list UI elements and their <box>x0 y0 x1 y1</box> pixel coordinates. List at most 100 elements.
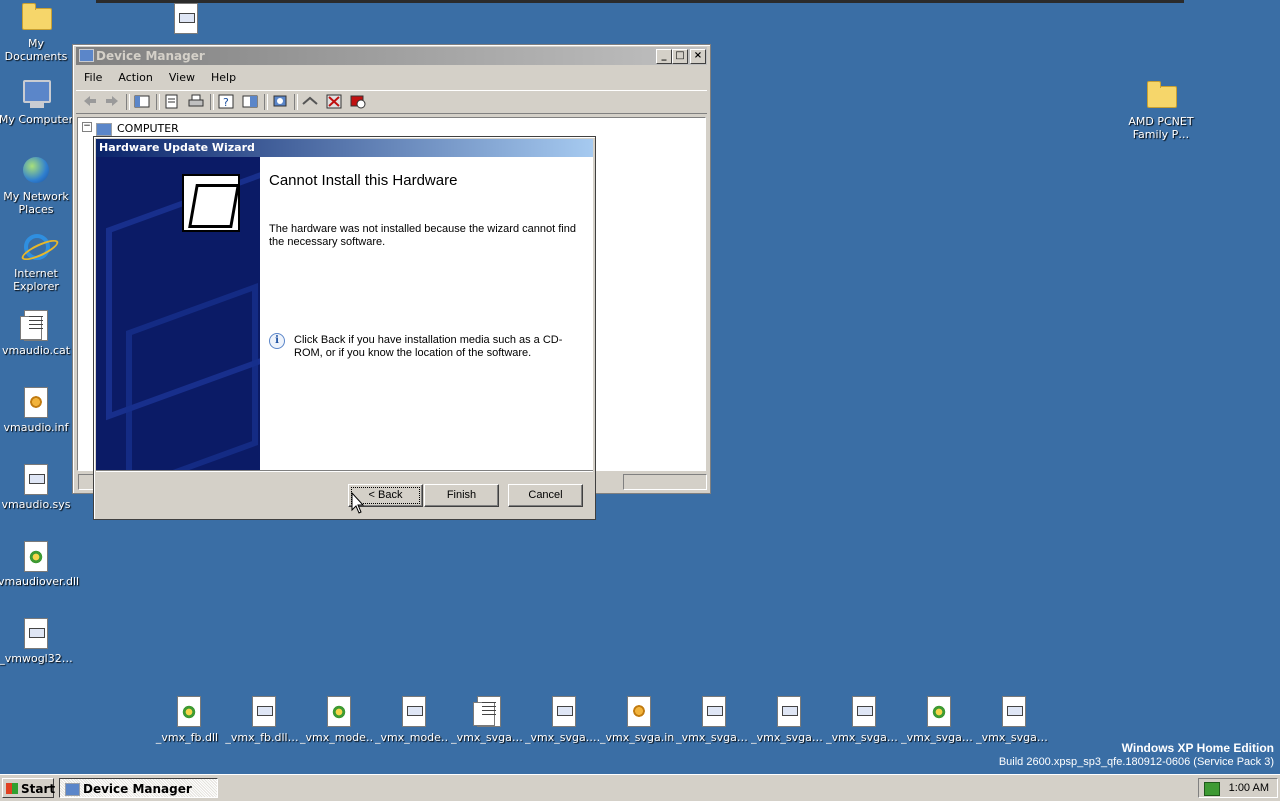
desktop-icon-vmx-svga-7[interactable]: _vmx_svga… <box>900 695 974 744</box>
system-file-icon <box>248 695 276 727</box>
start-button[interactable]: Start <box>2 778 56 798</box>
folder-documents-icon <box>20 2 52 34</box>
help-icon[interactable]: ? <box>218 94 234 109</box>
toolbar-separator <box>156 94 160 110</box>
desktop-icon-amd-pcnet[interactable]: AMD PCNET Family P… <box>1123 80 1199 141</box>
desktop-icon-vmx-svga-5[interactable]: _vmx_svga… <box>750 695 824 744</box>
desktop-icon-partial[interactable] <box>148 2 224 37</box>
desktop-icon-vmx-svga-4[interactable]: _vmx_svga… <box>675 695 749 744</box>
maximize-button[interactable]: □ <box>672 49 688 64</box>
desktop-icon-label: _vmx_svga… <box>901 731 973 744</box>
desktop-icon-label: _vmx_mode… <box>300 731 374 744</box>
desktop-icon-vmwogl32[interactable]: _vmwogl32… <box>0 617 74 665</box>
edition-watermark: Windows XP Home Edition <box>1121 741 1274 755</box>
desktop-icon-vmx-mode-1[interactable]: _vmx_mode… <box>300 695 374 744</box>
computer-icon <box>20 78 52 110</box>
wizard-heading: Cannot Install this Hardware <box>269 172 458 189</box>
clock[interactable]: 1:00 AM <box>1229 779 1269 797</box>
collapse-toggle[interactable]: − <box>82 122 92 132</box>
network-status-icon[interactable] <box>1204 782 1220 796</box>
scan-hardware-icon[interactable] <box>272 94 288 109</box>
desktop-icon-label: _vmx_svga… <box>676 731 748 744</box>
wizard-titlebar[interactable]: Hardware Update Wizard <box>96 139 593 157</box>
setup-info-file-icon <box>623 695 651 727</box>
system-file-icon <box>773 695 801 727</box>
system-file-icon <box>20 463 52 495</box>
system-file-icon <box>20 617 52 649</box>
desktop-icon-label: _vmx_svga.… <box>525 731 599 744</box>
close-button[interactable]: × <box>690 49 706 64</box>
desktop-icon-label: vmaudio.sys <box>1 498 71 511</box>
desktop-icon-vmx-fb-dll-2[interactable]: _vmx_fb.dll… <box>225 695 299 744</box>
properties-icon[interactable] <box>164 94 180 109</box>
start-label: Start <box>21 782 56 796</box>
mouse-cursor-icon <box>351 492 365 514</box>
menu-bar: File Action View Help <box>76 68 244 88</box>
system-file-icon <box>170 2 202 34</box>
desktop-icon-label: vmaudio.cat <box>1 344 71 357</box>
desktop-icon-my-network-places[interactable]: My Network Places <box>0 155 74 216</box>
desktop-icon-vmx-svga-inf[interactable]: _vmx_svga.inf <box>600 695 674 744</box>
status-pane <box>623 474 707 490</box>
menu-view[interactable]: View <box>161 68 203 88</box>
desktop-icon-label: My Network Places <box>3 190 69 216</box>
window-title: Device Manager <box>96 49 205 63</box>
desktop-icon-label: vmaudio.inf <box>3 421 69 434</box>
desktop-icon-internet-explorer[interactable]: Internet Explorer <box>0 232 74 293</box>
desktop-icon-vmx-svga-6[interactable]: _vmx_svga… <box>825 695 899 744</box>
wizard-content: Cannot Install this Hardware The hardwar… <box>260 157 593 470</box>
menu-help[interactable]: Help <box>203 68 244 88</box>
desktop-icon-label: _vmx_fb.dll <box>155 731 219 744</box>
system-file-icon <box>698 695 726 727</box>
desktop-icon-vmaudio-sys[interactable]: vmaudio.sys <box>0 463 74 511</box>
svg-text:?: ? <box>223 96 229 109</box>
desktop-icon-vmx-svga-cat[interactable]: _vmx_svga… <box>450 695 524 744</box>
toolbar-separator <box>126 94 130 110</box>
dll-file-icon <box>323 695 351 727</box>
hardware-icon <box>182 174 240 232</box>
menu-action[interactable]: Action <box>110 68 160 88</box>
disable-device-icon[interactable] <box>350 94 366 109</box>
windows-logo-icon <box>6 783 18 794</box>
cancel-button[interactable]: Cancel <box>508 484 583 507</box>
desktop-icon-vmx-mode-2[interactable]: _vmx_mode… <box>375 695 449 744</box>
update-driver-icon[interactable] <box>302 94 318 109</box>
desktop-icon-vmx-fb-dll[interactable]: _vmx_fb.dll <box>150 695 224 744</box>
wizard-side-banner <box>96 157 260 470</box>
uninstall-icon[interactable] <box>326 94 342 109</box>
system-file-icon <box>398 695 426 727</box>
desktop-icon-label: _vmx_svga… <box>451 731 523 744</box>
hardware-update-wizard: Hardware Update Wizard Cannot Install th… <box>93 136 596 520</box>
view-icon[interactable] <box>242 94 258 109</box>
device-manager-icon <box>65 783 80 796</box>
dll-file-icon <box>173 695 201 727</box>
back-arrow-icon[interactable] <box>82 94 98 109</box>
dll-file-icon <box>923 695 951 727</box>
taskbar-item-device-manager[interactable]: Device Manager <box>59 778 218 798</box>
desktop-icon-label: _vmx_fb.dll… <box>225 731 299 744</box>
taskbar: Start Device Manager 1:00 AM <box>0 774 1280 801</box>
desktop-icon-vmaudio-cat[interactable]: vmaudio.cat <box>0 309 74 357</box>
finish-button[interactable]: Finish <box>424 484 499 507</box>
menu-file[interactable]: File <box>76 68 110 88</box>
top-border <box>96 0 1184 3</box>
forward-arrow-icon[interactable] <box>104 94 120 109</box>
show-hide-tree-icon[interactable] <box>134 94 150 109</box>
desktop-icon-my-documents[interactable]: My Documents <box>0 2 74 63</box>
catalog-file-icon <box>20 309 52 341</box>
toolbar: ? <box>76 90 707 114</box>
print-icon[interactable] <box>188 94 204 109</box>
desktop-icon-vmx-svga-2[interactable]: _vmx_svga.… <box>525 695 599 744</box>
task-label: Device Manager <box>83 782 192 796</box>
folder-icon <box>1145 80 1177 112</box>
tree-root-item[interactable]: COMPUTER <box>96 121 179 137</box>
wizard-message: The hardware was not installed because t… <box>269 223 576 248</box>
dll-file-icon <box>20 540 52 572</box>
desktop-icon-vmaudio-inf[interactable]: vmaudio.inf <box>0 386 74 434</box>
device-manager-titlebar[interactable]: Device Manager _ □ × <box>76 47 707 65</box>
desktop-icon-my-computer[interactable]: My Computer <box>0 78 74 126</box>
desktop-icon-vmx-svga-8[interactable]: _vmx_svga… <box>975 695 1049 744</box>
desktop-icon-label: My Documents <box>4 37 68 63</box>
desktop-icon-vmaudiover-dll[interactable]: vmaudiover.dll <box>0 540 79 588</box>
minimize-button[interactable]: _ <box>656 49 672 64</box>
